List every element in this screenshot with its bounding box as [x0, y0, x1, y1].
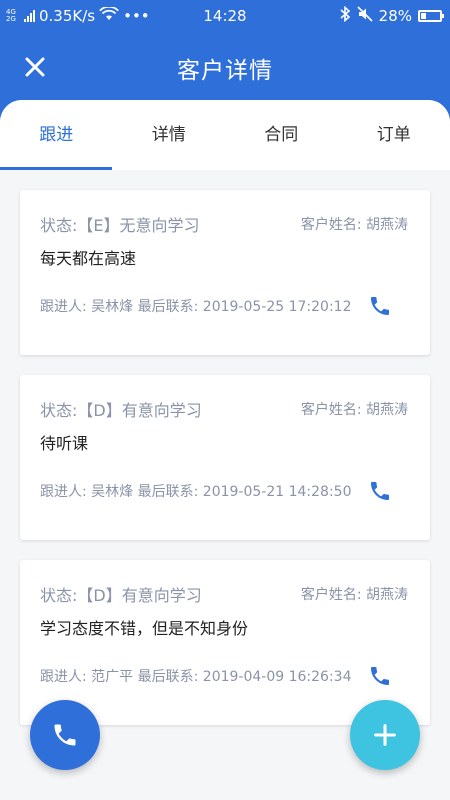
add-follow-up-button[interactable]: [350, 700, 420, 770]
page-title: 客户详情: [177, 58, 273, 84]
phone-icon[interactable]: [368, 479, 392, 503]
header: 客户详情: [0, 32, 450, 100]
follow-up-card[interactable]: 状态:【D】有意向学习 客户姓名: 胡燕涛 学习态度不错，但是不知身份 跟进人:…: [20, 560, 430, 725]
record-note: 每天都在高速: [40, 249, 137, 268]
record-status: 状态:【D】有意向学习: [40, 586, 202, 605]
record-note: 待听课: [40, 434, 89, 453]
customer-name: 客户姓名: 胡燕涛: [300, 402, 408, 418]
mute-icon: [357, 6, 373, 26]
battery-percent: 28%: [378, 7, 412, 25]
content-panel: 跟进 详情 合同 订单 状态:【E】无意向学习 客户姓名: 胡燕涛 每天都在高速…: [0, 100, 450, 800]
active-tab-indicator: [0, 167, 112, 170]
phone-icon: [54, 724, 76, 746]
customer-name: 客户姓名: 胡燕涛: [300, 587, 408, 603]
follow-up-card[interactable]: 状态:【E】无意向学习 客户姓名: 胡燕涛 每天都在高速 跟进人: 吴林烽 最后…: [20, 190, 430, 355]
tab-orders[interactable]: 订单: [338, 100, 450, 170]
follow-info: 跟进人: 吴林烽 最后联系: 2019-05-25 17:20:12: [40, 299, 352, 315]
phone-icon[interactable]: [368, 294, 392, 318]
phone-icon[interactable]: [368, 664, 392, 688]
bluetooth-icon: [339, 5, 351, 26]
follow-info: 跟进人: 吴林烽 最后联系: 2019-05-21 14:28:50: [40, 484, 352, 500]
plus-icon: [374, 724, 396, 746]
tab-bar: 跟进 详情 合同 订单: [0, 100, 450, 170]
record-note: 学习态度不错，但是不知身份: [40, 619, 249, 638]
record-status: 状态:【D】有意向学习: [40, 401, 202, 420]
tab-details[interactable]: 详情: [113, 100, 226, 170]
call-button[interactable]: [30, 700, 100, 770]
customer-name: 客户姓名: 胡燕涛: [300, 217, 408, 233]
record-status: 状态:【E】无意向学习: [40, 216, 200, 235]
follow-info: 跟进人: 范广平 最后联系: 2019-04-09 16:26:34: [40, 669, 352, 685]
follow-up-card[interactable]: 状态:【D】有意向学习 客户姓名: 胡燕涛 待听课 跟进人: 吴林烽 最后联系:…: [20, 375, 430, 540]
tab-follow-up[interactable]: 跟进: [0, 100, 113, 170]
battery-icon: [418, 10, 444, 22]
tab-contracts[interactable]: 合同: [225, 100, 338, 170]
status-bar: 4G 2G 0.35K/s ••• 14:28 28%: [0, 0, 450, 32]
